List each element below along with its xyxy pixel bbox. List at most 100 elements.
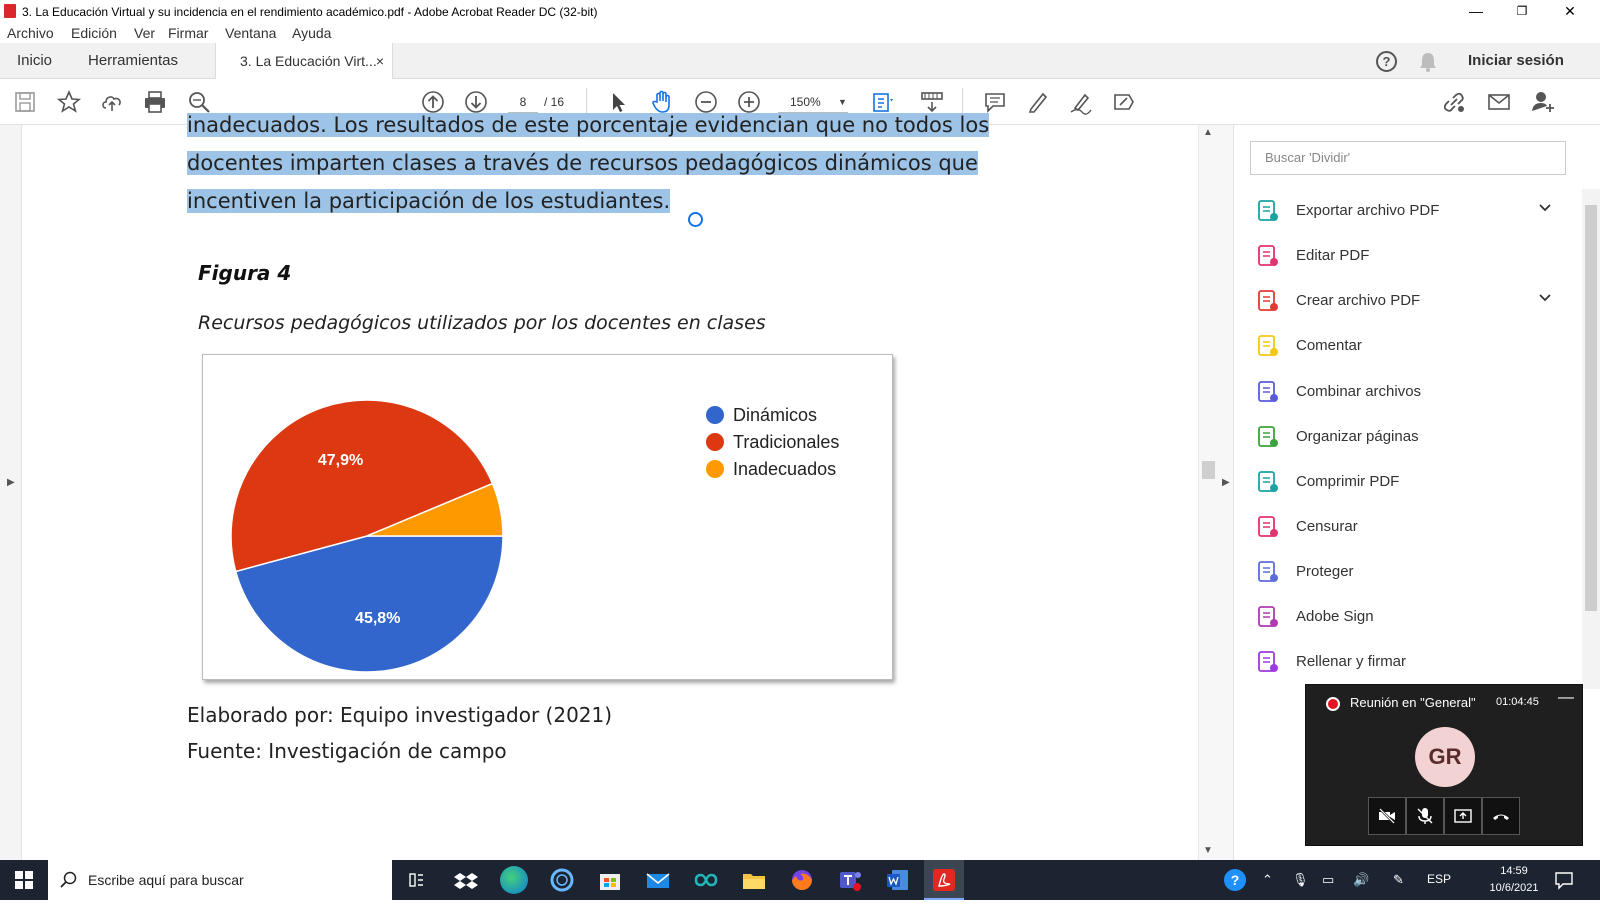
cortana-icon[interactable] xyxy=(548,866,576,894)
figure-caption: Recursos pedagógicos utilizados por los … xyxy=(198,312,766,334)
save-icon[interactable] xyxy=(12,89,38,115)
tool-label: Censurar xyxy=(1296,518,1358,535)
menu-edicion[interactable]: Edición xyxy=(71,25,117,41)
notifications-icon[interactable] xyxy=(1554,870,1574,895)
teams-icon[interactable] xyxy=(836,866,864,894)
file-explorer-icon[interactable] xyxy=(740,866,768,894)
paragraph-line-1: inadecuados. Los resultados de este porc… xyxy=(187,111,1055,139)
help-icon[interactable]: ? xyxy=(1376,51,1397,72)
tools-search-input[interactable]: Buscar 'Dividir' xyxy=(1250,141,1566,175)
document-scrollbar[interactable]: ▲ ▼ xyxy=(1198,125,1218,860)
hang-up-button[interactable] xyxy=(1482,797,1520,835)
tool-edit-pdf[interactable]: Editar PDF xyxy=(1256,240,1566,276)
mute-button[interactable] xyxy=(1406,797,1444,835)
tools-scrollbar-thumb[interactable] xyxy=(1585,205,1597,611)
tool-create-pdf[interactable]: Crear archivo PDF xyxy=(1256,285,1566,321)
menu-ventana[interactable]: Ventana xyxy=(225,25,276,41)
email-icon[interactable] xyxy=(1486,89,1512,115)
zoom-dropdown-icon: ▼ xyxy=(838,97,847,107)
star-icon[interactable] xyxy=(56,89,82,115)
export-pdf-icon xyxy=(1256,199,1280,223)
tab-close-icon[interactable]: × xyxy=(376,43,384,79)
word-icon[interactable] xyxy=(884,866,912,894)
tool-adobe-sign[interactable]: Adobe Sign xyxy=(1256,601,1566,637)
tool-protect[interactable]: Proteger xyxy=(1256,556,1566,592)
add-user-icon[interactable] xyxy=(1530,89,1556,115)
combine-icon xyxy=(1256,380,1280,404)
menu-archivo[interactable]: Archivo xyxy=(7,25,54,41)
zoom-select[interactable]: 150% ▼ xyxy=(778,91,848,113)
menu-firmar[interactable]: Firmar xyxy=(168,25,208,41)
edit-pdf-icon xyxy=(1256,244,1280,268)
tool-comment[interactable]: Comentar xyxy=(1256,330,1566,366)
scroll-down-icon[interactable]: ▼ xyxy=(1203,845,1213,856)
clock[interactable]: 14:59 10/6/2021 xyxy=(1486,863,1542,897)
close-button[interactable]: ✕ xyxy=(1547,0,1593,23)
legend-swatch xyxy=(706,406,724,424)
left-panel-toggle[interactable]: ▶ xyxy=(0,125,22,860)
legend-label: Inadecuados xyxy=(733,459,836,479)
arduino-icon[interactable] xyxy=(692,866,720,894)
microphone-tray-icon[interactable]: 🎙 xyxy=(1292,872,1309,888)
share-screen-button[interactable] xyxy=(1444,797,1482,835)
taskbar-search-placeholder: Escribe aquí para buscar xyxy=(88,872,244,888)
page-number-input[interactable]: 8 xyxy=(508,91,538,113)
maximize-button[interactable]: ❐ xyxy=(1499,0,1545,23)
task-view-icon[interactable] xyxy=(402,866,430,894)
pen-tray-icon[interactable]: ✎ xyxy=(1393,872,1404,888)
tool-combine[interactable]: Combinar archivos xyxy=(1256,376,1566,412)
notification-bell-icon[interactable] xyxy=(1418,51,1438,73)
firefox-icon[interactable] xyxy=(788,866,816,894)
start-button[interactable] xyxy=(0,860,48,900)
chevron-down-icon[interactable] xyxy=(1538,290,1552,307)
tool-organize[interactable]: Organizar páginas xyxy=(1256,421,1566,457)
volume-icon[interactable]: 🔊 xyxy=(1353,872,1369,888)
dropbox-icon[interactable] xyxy=(452,866,480,894)
tray-expand-icon[interactable]: ⌃ xyxy=(1262,872,1273,888)
minimize-button[interactable]: — xyxy=(1453,0,1499,23)
title-bar: 3. La Educación Virtual y su incidencia … xyxy=(0,0,1600,23)
selection-handle[interactable] xyxy=(688,212,703,227)
tab-document[interactable]: 3. La Educación Virt... × xyxy=(215,43,393,80)
draw-icon[interactable] xyxy=(1068,89,1094,115)
window-title: 3. La Educación Virtual y su incidencia … xyxy=(22,5,598,19)
tools-scrollbar[interactable] xyxy=(1582,189,1600,689)
scrollbar-thumb[interactable] xyxy=(1202,461,1215,479)
tool-label: Exportar archivo PDF xyxy=(1296,202,1440,219)
tab-bar: Inicio Herramientas 3. La Educación Virt… xyxy=(0,43,1600,80)
create-pdf-icon xyxy=(1256,289,1280,313)
help-tray-icon[interactable]: ? xyxy=(1224,869,1246,891)
edge-browser-icon[interactable] xyxy=(500,866,528,894)
chevron-down-icon[interactable] xyxy=(1538,200,1552,217)
right-panel-toggle[interactable]: ▶ xyxy=(1218,125,1234,860)
acrobat-taskbar-icon[interactable] xyxy=(924,860,964,900)
share-link-icon[interactable] xyxy=(1441,89,1467,115)
tool-label: Comprimir PDF xyxy=(1296,473,1400,490)
source-fuente: Fuente: Investigación de campo xyxy=(187,739,507,763)
document-viewport[interactable]: ▶ inadecuados. Los resultados de este po… xyxy=(0,113,1218,860)
zoom-value: 150% xyxy=(790,95,821,109)
fill-sign-toolbar-icon[interactable] xyxy=(1111,89,1137,115)
language-indicator[interactable]: ESP xyxy=(1427,872,1451,886)
tool-label: Rellenar y firmar xyxy=(1296,653,1407,670)
menu-ver[interactable]: Ver xyxy=(134,25,155,41)
tool-redact[interactable]: Censurar xyxy=(1256,511,1566,547)
camera-off-button[interactable] xyxy=(1368,797,1406,835)
tab-inicio[interactable]: Inicio xyxy=(17,43,52,79)
print-icon[interactable] xyxy=(142,89,168,115)
scroll-up-icon[interactable]: ▲ xyxy=(1203,127,1213,138)
tab-herramientas[interactable]: Herramientas xyxy=(88,43,178,79)
sign-in-link[interactable]: Iniciar sesión xyxy=(1468,43,1564,79)
meeting-minimize-button[interactable]: — xyxy=(1558,689,1574,707)
teams-meeting-window[interactable]: Reunión en "General" 01:04:45 — GR xyxy=(1305,684,1583,846)
hang-up-icon xyxy=(1493,814,1509,820)
tool-export-pdf[interactable]: Exportar archivo PDF xyxy=(1256,195,1566,231)
tool-compress[interactable]: Comprimir PDF xyxy=(1256,466,1566,502)
upload-cloud-icon[interactable] xyxy=(99,89,125,115)
menu-ayuda[interactable]: Ayuda xyxy=(292,25,331,41)
battery-icon[interactable]: ▭ xyxy=(1322,872,1334,888)
tool-fill-sign[interactable]: Rellenar y firmar xyxy=(1256,646,1566,682)
mail-icon[interactable] xyxy=(644,866,672,894)
taskbar-search-input[interactable]: Escribe aquí para buscar xyxy=(48,860,392,900)
store-icon[interactable] xyxy=(596,866,624,894)
